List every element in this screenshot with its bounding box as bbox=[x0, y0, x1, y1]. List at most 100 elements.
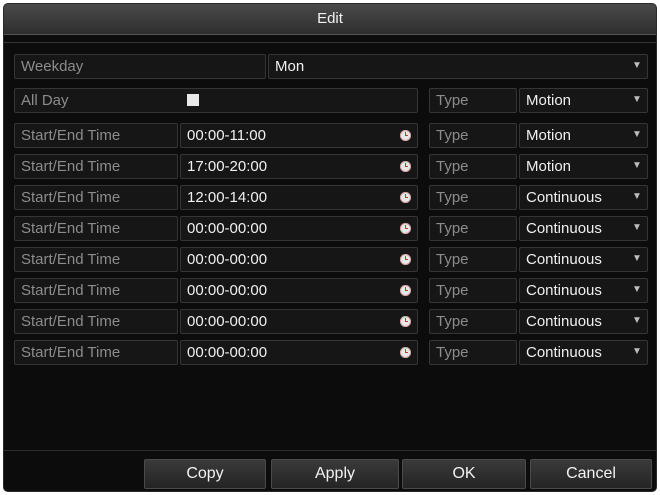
type-value: Continuous bbox=[526, 313, 602, 330]
type-select[interactable]: Motion ▼ bbox=[519, 123, 648, 148]
type-value: Continuous bbox=[526, 282, 602, 299]
type-label-cell: Type bbox=[429, 154, 517, 179]
type-label: Type bbox=[436, 313, 469, 330]
type-select[interactable]: Continuous ▼ bbox=[519, 185, 648, 210]
type-select[interactable]: Continuous ▼ bbox=[519, 278, 648, 303]
type-value: Continuous bbox=[526, 220, 602, 237]
start-end-time-label: Start/End Time bbox=[21, 251, 121, 268]
dialog-title: Edit bbox=[4, 4, 656, 35]
time-range-field[interactable]: 00:00-00:00 bbox=[180, 278, 418, 303]
clock-icon[interactable] bbox=[400, 347, 411, 358]
type-label: Type bbox=[436, 220, 469, 237]
chevron-down-icon: ▼ bbox=[632, 222, 642, 233]
start-end-time-label: Start/End Time bbox=[21, 313, 121, 330]
type-value: Continuous bbox=[526, 344, 602, 361]
type-label-cell: Type bbox=[429, 216, 517, 241]
chevron-down-icon: ▼ bbox=[632, 160, 642, 171]
type-select[interactable]: Continuous ▼ bbox=[519, 247, 648, 272]
start-end-time-label: Start/End Time bbox=[21, 127, 121, 144]
allday-checkbox[interactable] bbox=[187, 94, 199, 106]
chevron-down-icon: ▼ bbox=[632, 284, 642, 295]
time-range-value: 00:00-11:00 bbox=[187, 127, 266, 144]
clock-icon[interactable] bbox=[400, 285, 411, 296]
type-label-cell: Type bbox=[429, 278, 517, 303]
time-label-cell: Start/End Time bbox=[14, 247, 178, 272]
type-label: Type bbox=[436, 127, 469, 144]
type-label: Type bbox=[436, 92, 469, 109]
cancel-button[interactable]: Cancel bbox=[530, 459, 652, 489]
type-label-cell: Type bbox=[429, 247, 517, 272]
type-select[interactable]: Continuous ▼ bbox=[519, 340, 648, 365]
time-range-field[interactable]: 00:00-11:00 bbox=[180, 123, 418, 148]
allday-type-label-cell: Type bbox=[429, 88, 517, 113]
type-label: Type bbox=[436, 251, 469, 268]
type-label: Type bbox=[436, 282, 469, 299]
allday-label: All Day bbox=[21, 92, 69, 109]
clock-icon[interactable] bbox=[400, 192, 411, 203]
time-range-field[interactable]: 00:00-00:00 bbox=[180, 340, 418, 365]
weekday-value: Mon bbox=[275, 58, 305, 75]
clock-icon[interactable] bbox=[400, 316, 411, 327]
type-select[interactable]: Continuous ▼ bbox=[519, 216, 648, 241]
type-label: Type bbox=[436, 344, 469, 361]
time-label-cell: Start/End Time bbox=[14, 340, 178, 365]
type-value: Motion bbox=[526, 158, 572, 175]
weekday-label: Weekday bbox=[21, 58, 84, 75]
start-end-time-label: Start/End Time bbox=[21, 344, 121, 361]
type-select[interactable]: Continuous ▼ bbox=[519, 309, 648, 334]
type-label-cell: Type bbox=[429, 309, 517, 334]
time-label-cell: Start/End Time bbox=[14, 154, 178, 179]
type-value: Motion bbox=[526, 127, 572, 144]
type-select[interactable]: Motion ▼ bbox=[519, 154, 648, 179]
chevron-down-icon: ▼ bbox=[632, 129, 642, 140]
time-range-field[interactable]: 00:00-00:00 bbox=[180, 216, 418, 241]
chevron-down-icon: ▼ bbox=[632, 346, 642, 357]
clock-icon[interactable] bbox=[400, 161, 411, 172]
time-range-value: 00:00-00:00 bbox=[187, 251, 268, 268]
type-label-cell: Type bbox=[429, 185, 517, 210]
time-label-cell: Start/End Time bbox=[14, 278, 178, 303]
clock-icon[interactable] bbox=[400, 130, 411, 141]
time-range-value: 12:00-14:00 bbox=[187, 189, 268, 206]
chevron-down-icon: ▼ bbox=[632, 94, 642, 105]
time-range-value: 00:00-00:00 bbox=[187, 344, 268, 361]
time-range-field[interactable]: 00:00-00:00 bbox=[180, 309, 418, 334]
type-label: Type bbox=[436, 189, 469, 206]
time-label-cell: Start/End Time bbox=[14, 216, 178, 241]
time-range-field[interactable]: 00:00-00:00 bbox=[180, 247, 418, 272]
allday-cell: All Day bbox=[14, 88, 418, 113]
edit-dialog: Edit Weekday Mon ▼ All Day Type Motion ▼… bbox=[3, 3, 657, 492]
time-label-cell: Start/End Time bbox=[14, 309, 178, 334]
time-range-field[interactable]: 12:00-14:00 bbox=[180, 185, 418, 210]
start-end-time-label: Start/End Time bbox=[21, 158, 121, 175]
allday-type-select[interactable]: Motion ▼ bbox=[519, 88, 648, 113]
type-label-cell: Type bbox=[429, 123, 517, 148]
copy-button[interactable]: Copy bbox=[144, 459, 266, 489]
ok-button[interactable]: OK bbox=[402, 459, 526, 489]
divider bbox=[4, 42, 656, 43]
type-value: Continuous bbox=[526, 251, 602, 268]
clock-icon[interactable] bbox=[400, 223, 411, 234]
chevron-down-icon: ▼ bbox=[632, 191, 642, 202]
chevron-down-icon: ▼ bbox=[632, 60, 642, 71]
time-range-field[interactable]: 17:00-20:00 bbox=[180, 154, 418, 179]
chevron-down-icon: ▼ bbox=[632, 253, 642, 264]
clock-icon[interactable] bbox=[400, 254, 411, 265]
weekday-label-cell: Weekday bbox=[14, 54, 266, 79]
start-end-time-label: Start/End Time bbox=[21, 220, 121, 237]
weekday-select[interactable]: Mon ▼ bbox=[268, 54, 648, 79]
time-label-cell: Start/End Time bbox=[14, 123, 178, 148]
type-value: Continuous bbox=[526, 189, 602, 206]
time-range-value: 00:00-00:00 bbox=[187, 220, 268, 237]
type-value: Motion bbox=[526, 92, 572, 109]
apply-button[interactable]: Apply bbox=[271, 459, 399, 489]
start-end-time-label: Start/End Time bbox=[21, 189, 121, 206]
start-end-time-label: Start/End Time bbox=[21, 282, 121, 299]
time-range-value: 17:00-20:00 bbox=[187, 158, 268, 175]
chevron-down-icon: ▼ bbox=[632, 315, 642, 326]
time-label-cell: Start/End Time bbox=[14, 185, 178, 210]
time-range-value: 00:00-00:00 bbox=[187, 313, 268, 330]
type-label-cell: Type bbox=[429, 340, 517, 365]
type-label: Type bbox=[436, 158, 469, 175]
time-range-value: 00:00-00:00 bbox=[187, 282, 268, 299]
